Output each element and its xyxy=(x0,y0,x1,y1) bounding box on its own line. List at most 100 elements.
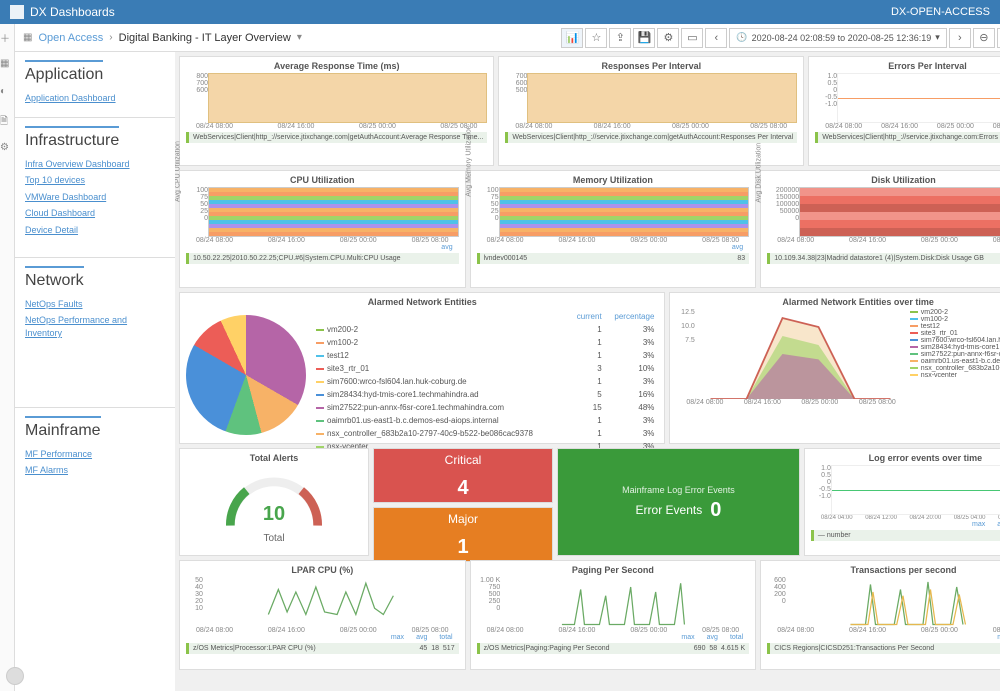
panel-title: Errors Per Interval xyxy=(815,61,1000,71)
panel-epi[interactable]: Errors Per Interval 1.00.50-0.5-1.0 08/2… xyxy=(808,56,1000,166)
link-device-detail[interactable]: Device Detail xyxy=(25,224,165,237)
card-mf-log-errors[interactable]: Mainframe Log Error Events Error Events 0 xyxy=(557,448,800,556)
panel-title: CPU Utilization xyxy=(186,175,459,185)
entity-table: currentpercentage vm200-213%vm100-213%te… xyxy=(312,309,658,454)
panel-legend: 10.109.34.38|23|Madrid datastore1 (4)|Sy… xyxy=(767,253,1000,264)
sidebox-title: Application xyxy=(25,60,103,84)
back-icon[interactable]: ◐ xyxy=(0,86,14,100)
panel-title: Paging Per Second xyxy=(477,565,750,575)
panel-lpar-cpu[interactable]: LPAR CPU (%) 5040302010 08/24 08:0008/24… xyxy=(179,560,466,670)
star-button[interactable]: ☆ xyxy=(585,28,607,48)
doc-icon[interactable]: 🗎 xyxy=(0,114,14,128)
panel-log-errors-over-time[interactable]: Log error events over time 1.00.50-0.5-1… xyxy=(804,448,1000,556)
toolbar: 📊 ☆ ⇪ 💾 ⚙ ▭ ‹ 🕓 2020-08-24 02:08:59 to 2… xyxy=(561,28,1000,48)
gauge-label: Total xyxy=(186,533,362,544)
panel-legend: WebServices|Client|http_://service.jtixc… xyxy=(815,132,1000,143)
app-logo-icon xyxy=(10,5,24,19)
chart-area xyxy=(527,73,797,123)
left-rail: ＋ ▦ ◐ 🗎 ⚙ xyxy=(0,24,15,691)
chart-line xyxy=(831,465,1000,515)
add-icon[interactable]: ＋ xyxy=(0,30,14,44)
chart-area xyxy=(499,187,750,237)
link-infra-overview[interactable]: Infra Overview Dashboard xyxy=(25,158,165,171)
top-bar: DX Dashboards DX-OPEN-ACCESS xyxy=(0,0,1000,24)
time-fwd-button[interactable]: › xyxy=(949,28,971,48)
link-top10[interactable]: Top 10 devices xyxy=(25,174,165,187)
panel-title: Log error events over time xyxy=(811,453,1000,463)
share-button[interactable]: ⇪ xyxy=(609,28,631,48)
panel-title: Total Alerts xyxy=(186,453,362,463)
chart-area xyxy=(208,73,487,123)
tv-button[interactable]: ▭ xyxy=(681,28,703,48)
time-back-button[interactable]: ‹ xyxy=(705,28,727,48)
pie-chart xyxy=(186,315,306,435)
card-critical[interactable]: Critical 4 xyxy=(373,448,553,503)
breadcrumb-current[interactable]: Digital Banking - IT Layer Overview xyxy=(119,32,291,44)
card-value: 4 xyxy=(457,477,468,500)
tenant-label: DX-OPEN-ACCESS xyxy=(891,6,990,18)
spark-line xyxy=(500,577,749,627)
side-column: Application Application Dashboard Infras… xyxy=(15,52,175,691)
gear-icon[interactable]: ⚙ xyxy=(0,142,14,156)
card-title: Mainframe Log Error Events xyxy=(622,485,735,495)
card-major[interactable]: Major 1 xyxy=(373,507,553,562)
panel-title: Average Response Time (ms) xyxy=(186,61,487,71)
save-button[interactable]: 💾 xyxy=(633,28,655,48)
panel-title: Alarmed Network Entities over time xyxy=(676,297,1000,307)
link-netops-faults[interactable]: NetOps Faults xyxy=(25,298,165,311)
panel-alarmed-over-time[interactable]: Alarmed Network Entities over time 12.51… xyxy=(669,292,1000,444)
panel-legend: lvndev00014583 xyxy=(477,253,750,264)
link-vmware[interactable]: VMWare Dashboard xyxy=(25,191,165,204)
spark-line xyxy=(203,577,459,627)
card-label: Error Events xyxy=(636,503,703,517)
panel-art[interactable]: Average Response Time (ms) 800700600 08/… xyxy=(179,56,494,166)
sidebox-title: Infrastructure xyxy=(25,126,119,150)
stacked-area xyxy=(695,309,906,399)
panel-disk[interactable]: Disk Utilization Avg Disk Utilization200… xyxy=(760,170,1000,288)
panel-legend: z/OS Metrics|Paging:Paging Per Second690… xyxy=(477,643,750,654)
panel-title: Responses Per Interval xyxy=(505,61,797,71)
card-label: Critical xyxy=(445,453,482,467)
panel-alarmed-entities[interactable]: Alarmed Network Entities currentpercenta… xyxy=(179,292,665,444)
spark-line xyxy=(786,577,1000,627)
panel-title: Transactions per second xyxy=(767,565,1000,575)
card-value: 0 xyxy=(710,499,721,522)
sidebox-application: Application Application Dashboard xyxy=(15,52,175,118)
link-cloud[interactable]: Cloud Dashboard xyxy=(25,207,165,220)
over-time-legend: vm200-2vm100-2test12site3_rtr_01sim7600:… xyxy=(910,309,1000,406)
panel-legend: z/OS Metrics|Processor:LPAR CPU (%)45 18… xyxy=(186,643,459,654)
breadcrumb-bar: ▦ Open Access › Digital Banking - IT Lay… xyxy=(15,24,1000,52)
dashboard-grid: Average Response Time (ms) 800700600 08/… xyxy=(175,52,1000,691)
panel-title: LPAR CPU (%) xyxy=(186,565,459,575)
panel-cpu[interactable]: CPU Utilization Avg CPU Utilization10075… xyxy=(179,170,466,288)
card-value: 1 xyxy=(457,536,468,559)
settings-button[interactable]: ⚙ xyxy=(657,28,679,48)
panel-tps[interactable]: Transactions per second 6004002000 08/24… xyxy=(760,560,1000,670)
link-mf-alarms[interactable]: MF Alarms xyxy=(25,464,165,477)
zoom-out-button[interactable]: ⊖ xyxy=(973,28,995,48)
time-range-label: 2020-08-24 02:08:59 to 2020-08-25 12:36:… xyxy=(752,33,932,43)
panel-legend: WebServices|Client|http_://service.jtixc… xyxy=(505,132,797,143)
panel-title: Disk Utilization xyxy=(767,175,1000,185)
panel-add-button[interactable]: 📊 xyxy=(561,28,583,48)
breadcrumb-sep: › xyxy=(109,32,112,43)
panel-paging[interactable]: Paging Per Second 1.00 K7505002500 08/24… xyxy=(470,560,757,670)
grid-icon[interactable]: ▦ xyxy=(0,58,14,72)
clock-icon: 🕓 xyxy=(736,32,747,43)
link-mf-perf[interactable]: MF Performance xyxy=(25,448,165,461)
card-label: Major xyxy=(448,512,478,526)
app-title: DX Dashboards xyxy=(10,5,115,19)
link-netops-perf[interactable]: NetOps Performance and Inventory xyxy=(25,314,165,339)
link-application-dashboard[interactable]: Application Dashboard xyxy=(25,92,165,105)
breadcrumb-root[interactable]: Open Access xyxy=(38,32,103,44)
user-avatar[interactable] xyxy=(6,667,24,685)
sidebox-title: Network xyxy=(25,266,84,290)
panel-legend: — number0 0 0 xyxy=(811,530,1000,541)
breadcrumb-caret[interactable]: ▾ xyxy=(297,32,302,43)
panel-mem[interactable]: Memory Utilization Avg Memory Utilizatio… xyxy=(470,170,757,288)
panel-title: Alarmed Network Entities xyxy=(186,297,658,307)
grid-small-icon[interactable]: ▦ xyxy=(23,32,32,43)
panel-total-alerts[interactable]: Total Alerts 10 Total xyxy=(179,448,369,556)
chevron-down-icon: ▾ xyxy=(935,32,940,43)
time-picker[interactable]: 🕓 2020-08-24 02:08:59 to 2020-08-25 12:3… xyxy=(729,28,946,48)
